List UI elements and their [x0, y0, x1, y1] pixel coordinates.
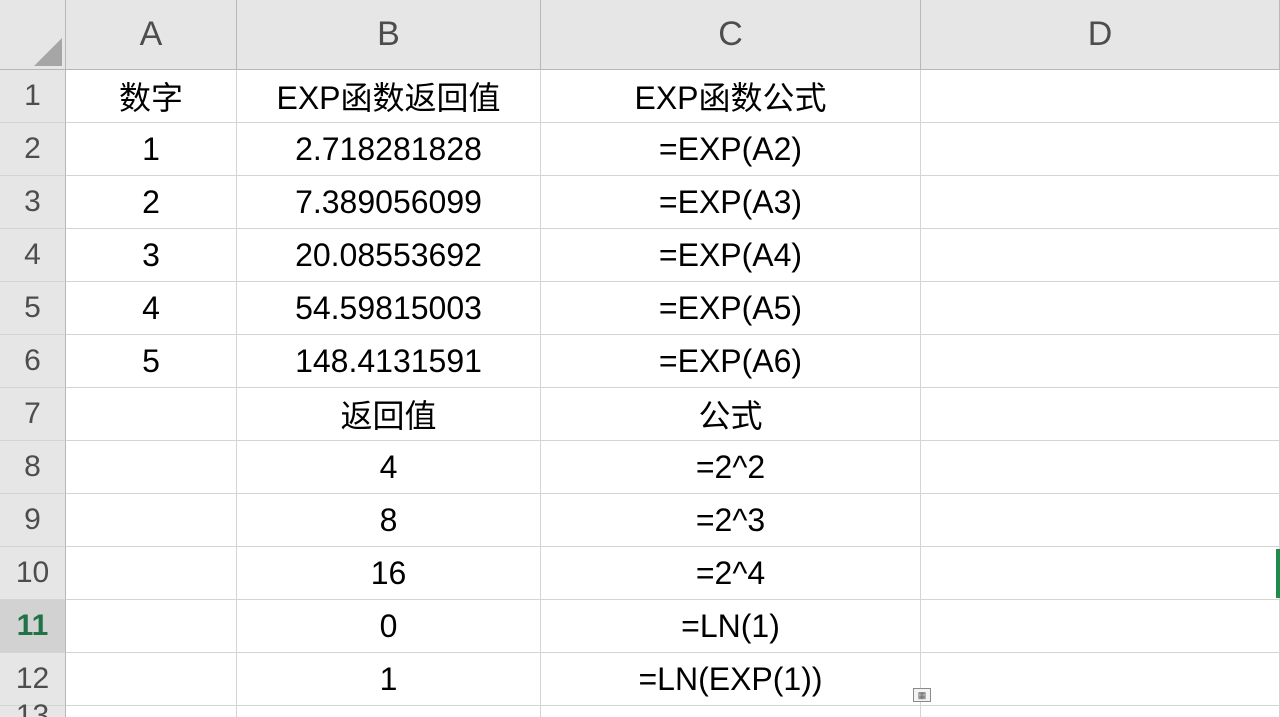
col-header-A[interactable]: A [66, 0, 237, 70]
cell-D10[interactable] [921, 547, 1280, 600]
cell-D2[interactable] [921, 123, 1280, 176]
cell-A5[interactable]: 4 [66, 282, 237, 335]
cell-B8[interactable]: 4 [237, 441, 541, 494]
row-header-10[interactable]: 10 [0, 547, 66, 600]
row-header-5[interactable]: 5 [0, 282, 66, 335]
select-all-corner[interactable] [0, 0, 66, 70]
cell-B6[interactable]: 148.4131591 [237, 335, 541, 388]
row-header-3[interactable]: 3 [0, 176, 66, 229]
cell-A8[interactable] [66, 441, 237, 494]
cell-B2[interactable]: 2.718281828 [237, 123, 541, 176]
cell-B13[interactable] [237, 706, 541, 717]
cell-B1[interactable]: EXP函数返回值 [237, 70, 541, 123]
cell-A9[interactable] [66, 494, 237, 547]
cell-C9[interactable]: =2^3 [541, 494, 921, 547]
cell-A7[interactable] [66, 388, 237, 441]
row-header-9[interactable]: 9 [0, 494, 66, 547]
cell-C8[interactable]: =2^2 [541, 441, 921, 494]
cell-D12[interactable] [921, 653, 1280, 706]
cell-B12[interactable]: 1 [237, 653, 541, 706]
cell-B3[interactable]: 7.389056099 [237, 176, 541, 229]
cell-B10[interactable]: 16 [237, 547, 541, 600]
cell-C3[interactable]: =EXP(A3) [541, 176, 921, 229]
cell-C2[interactable]: =EXP(A2) [541, 123, 921, 176]
selection-edge-indicator [1276, 549, 1280, 598]
cell-A11[interactable] [66, 600, 237, 653]
row-header-8[interactable]: 8 [0, 441, 66, 494]
cell-A12[interactable] [66, 653, 237, 706]
cell-D13[interactable] [921, 706, 1280, 717]
cell-D6[interactable] [921, 335, 1280, 388]
cell-A6[interactable]: 5 [66, 335, 237, 388]
cell-D4[interactable] [921, 229, 1280, 282]
cell-D1[interactable] [921, 70, 1280, 123]
paste-options-icon[interactable]: ▦ [913, 688, 931, 702]
col-header-B[interactable]: B [237, 0, 541, 70]
cell-C11[interactable]: =LN(1) [541, 600, 921, 653]
row-header-1[interactable]: 1 [0, 70, 66, 123]
spreadsheet-grid[interactable]: A B C D 1 数字 EXP函数返回值 EXP函数公式 2 1 2.7182… [0, 0, 1280, 717]
cell-A4[interactable]: 3 [66, 229, 237, 282]
col-header-D[interactable]: D [921, 0, 1280, 70]
cell-A10[interactable] [66, 547, 237, 600]
cell-D7[interactable] [921, 388, 1280, 441]
row-header-4[interactable]: 4 [0, 229, 66, 282]
row-header-6[interactable]: 6 [0, 335, 66, 388]
cell-C6[interactable]: =EXP(A6) [541, 335, 921, 388]
cell-B7[interactable]: 返回值 [237, 388, 541, 441]
cell-C4[interactable]: =EXP(A4) [541, 229, 921, 282]
row-header-13[interactable]: 13 [0, 706, 66, 717]
cell-A1[interactable]: 数字 [66, 70, 237, 123]
cell-B9[interactable]: 8 [237, 494, 541, 547]
cell-A3[interactable]: 2 [66, 176, 237, 229]
col-header-C[interactable]: C [541, 0, 921, 70]
cell-C13[interactable] [541, 706, 921, 717]
cell-B5[interactable]: 54.59815003 [237, 282, 541, 335]
cell-D5[interactable] [921, 282, 1280, 335]
cell-C7[interactable]: 公式 [541, 388, 921, 441]
cell-C12[interactable]: =LN(EXP(1)) [541, 653, 921, 706]
row-header-7[interactable]: 7 [0, 388, 66, 441]
cell-D3[interactable] [921, 176, 1280, 229]
cell-D8[interactable] [921, 441, 1280, 494]
cell-C1[interactable]: EXP函数公式 [541, 70, 921, 123]
row-header-11[interactable]: 11 [0, 600, 66, 653]
cell-D11[interactable] [921, 600, 1280, 653]
cell-D9[interactable] [921, 494, 1280, 547]
cell-A13[interactable] [66, 706, 237, 717]
row-header-2[interactable]: 2 [0, 123, 66, 176]
cell-C5[interactable]: =EXP(A5) [541, 282, 921, 335]
cell-B11[interactable]: 0 [237, 600, 541, 653]
cell-A2[interactable]: 1 [66, 123, 237, 176]
cell-B4[interactable]: 20.08553692 [237, 229, 541, 282]
cell-C10[interactable]: =2^4 [541, 547, 921, 600]
